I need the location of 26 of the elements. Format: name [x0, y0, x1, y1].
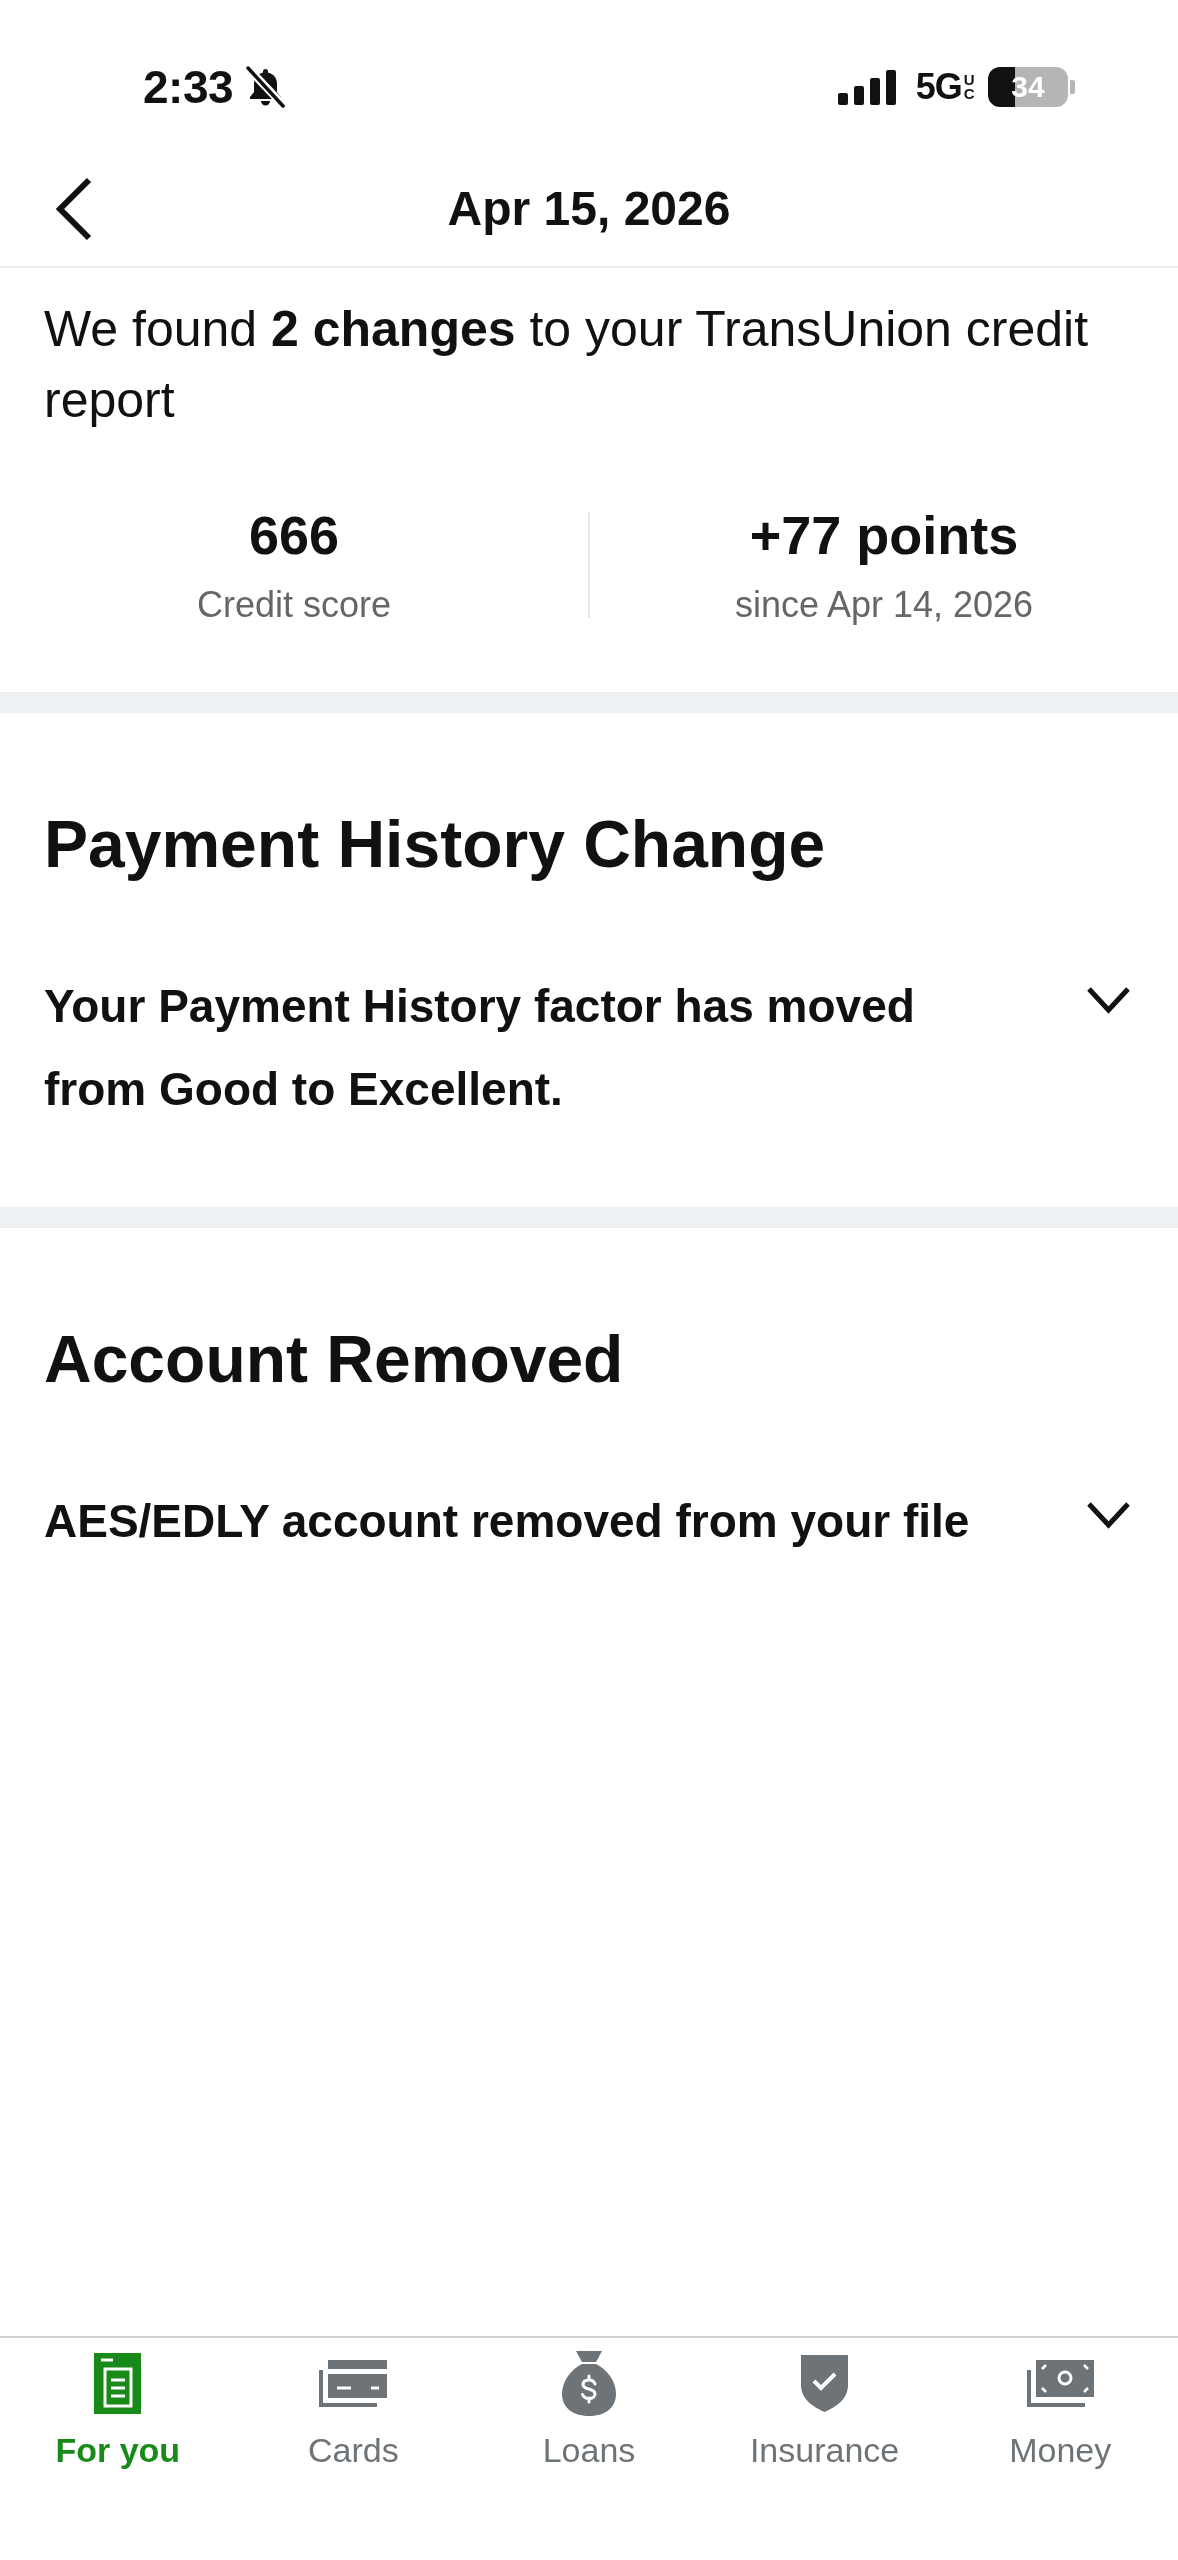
stat-label: since Apr 14, 2026 — [734, 583, 1034, 626]
section-heading: Payment History Change — [44, 806, 827, 883]
status-time: 2:33 — [143, 64, 234, 110]
document-icon — [94, 2352, 142, 2414]
network-type-text: 5G — [915, 69, 962, 105]
stat-value: +77 points — [749, 504, 1019, 567]
bell-slash-icon — [245, 66, 287, 108]
banknote-icon — [1026, 2359, 1094, 2407]
shield-check-icon — [801, 2354, 849, 2412]
signal-icon — [837, 69, 896, 105]
page-title: Apr 15, 2026 — [447, 181, 731, 238]
section-heading: Account Removed — [44, 1321, 625, 1398]
intro-text: We found 2 changes to your TransUnion credit report — [43, 300, 1090, 430]
nav-tab[interactable]: Money — [1009, 2352, 1112, 2470]
stat-value: 666 — [248, 504, 340, 567]
money-bag-icon — [562, 2350, 616, 2416]
back-icon[interactable] — [54, 176, 94, 242]
nav-tab[interactable]: Cards — [308, 2352, 399, 2470]
nav-tab[interactable]: Insurance — [749, 2352, 900, 2470]
section-summary: AES/EDLY account removed from your file — [44, 1494, 971, 1549]
nav-tab[interactable]: Loans — [542, 2352, 636, 2470]
nav-tab[interactable]: For you — [55, 2352, 181, 2470]
credit-card-icon — [319, 2359, 388, 2407]
stat-label: Credit score — [196, 583, 392, 626]
section-summary: Your Payment History factor has moved from Good to Excellent. — [44, 979, 916, 1117]
network-badge-text: UC — [963, 72, 972, 102]
